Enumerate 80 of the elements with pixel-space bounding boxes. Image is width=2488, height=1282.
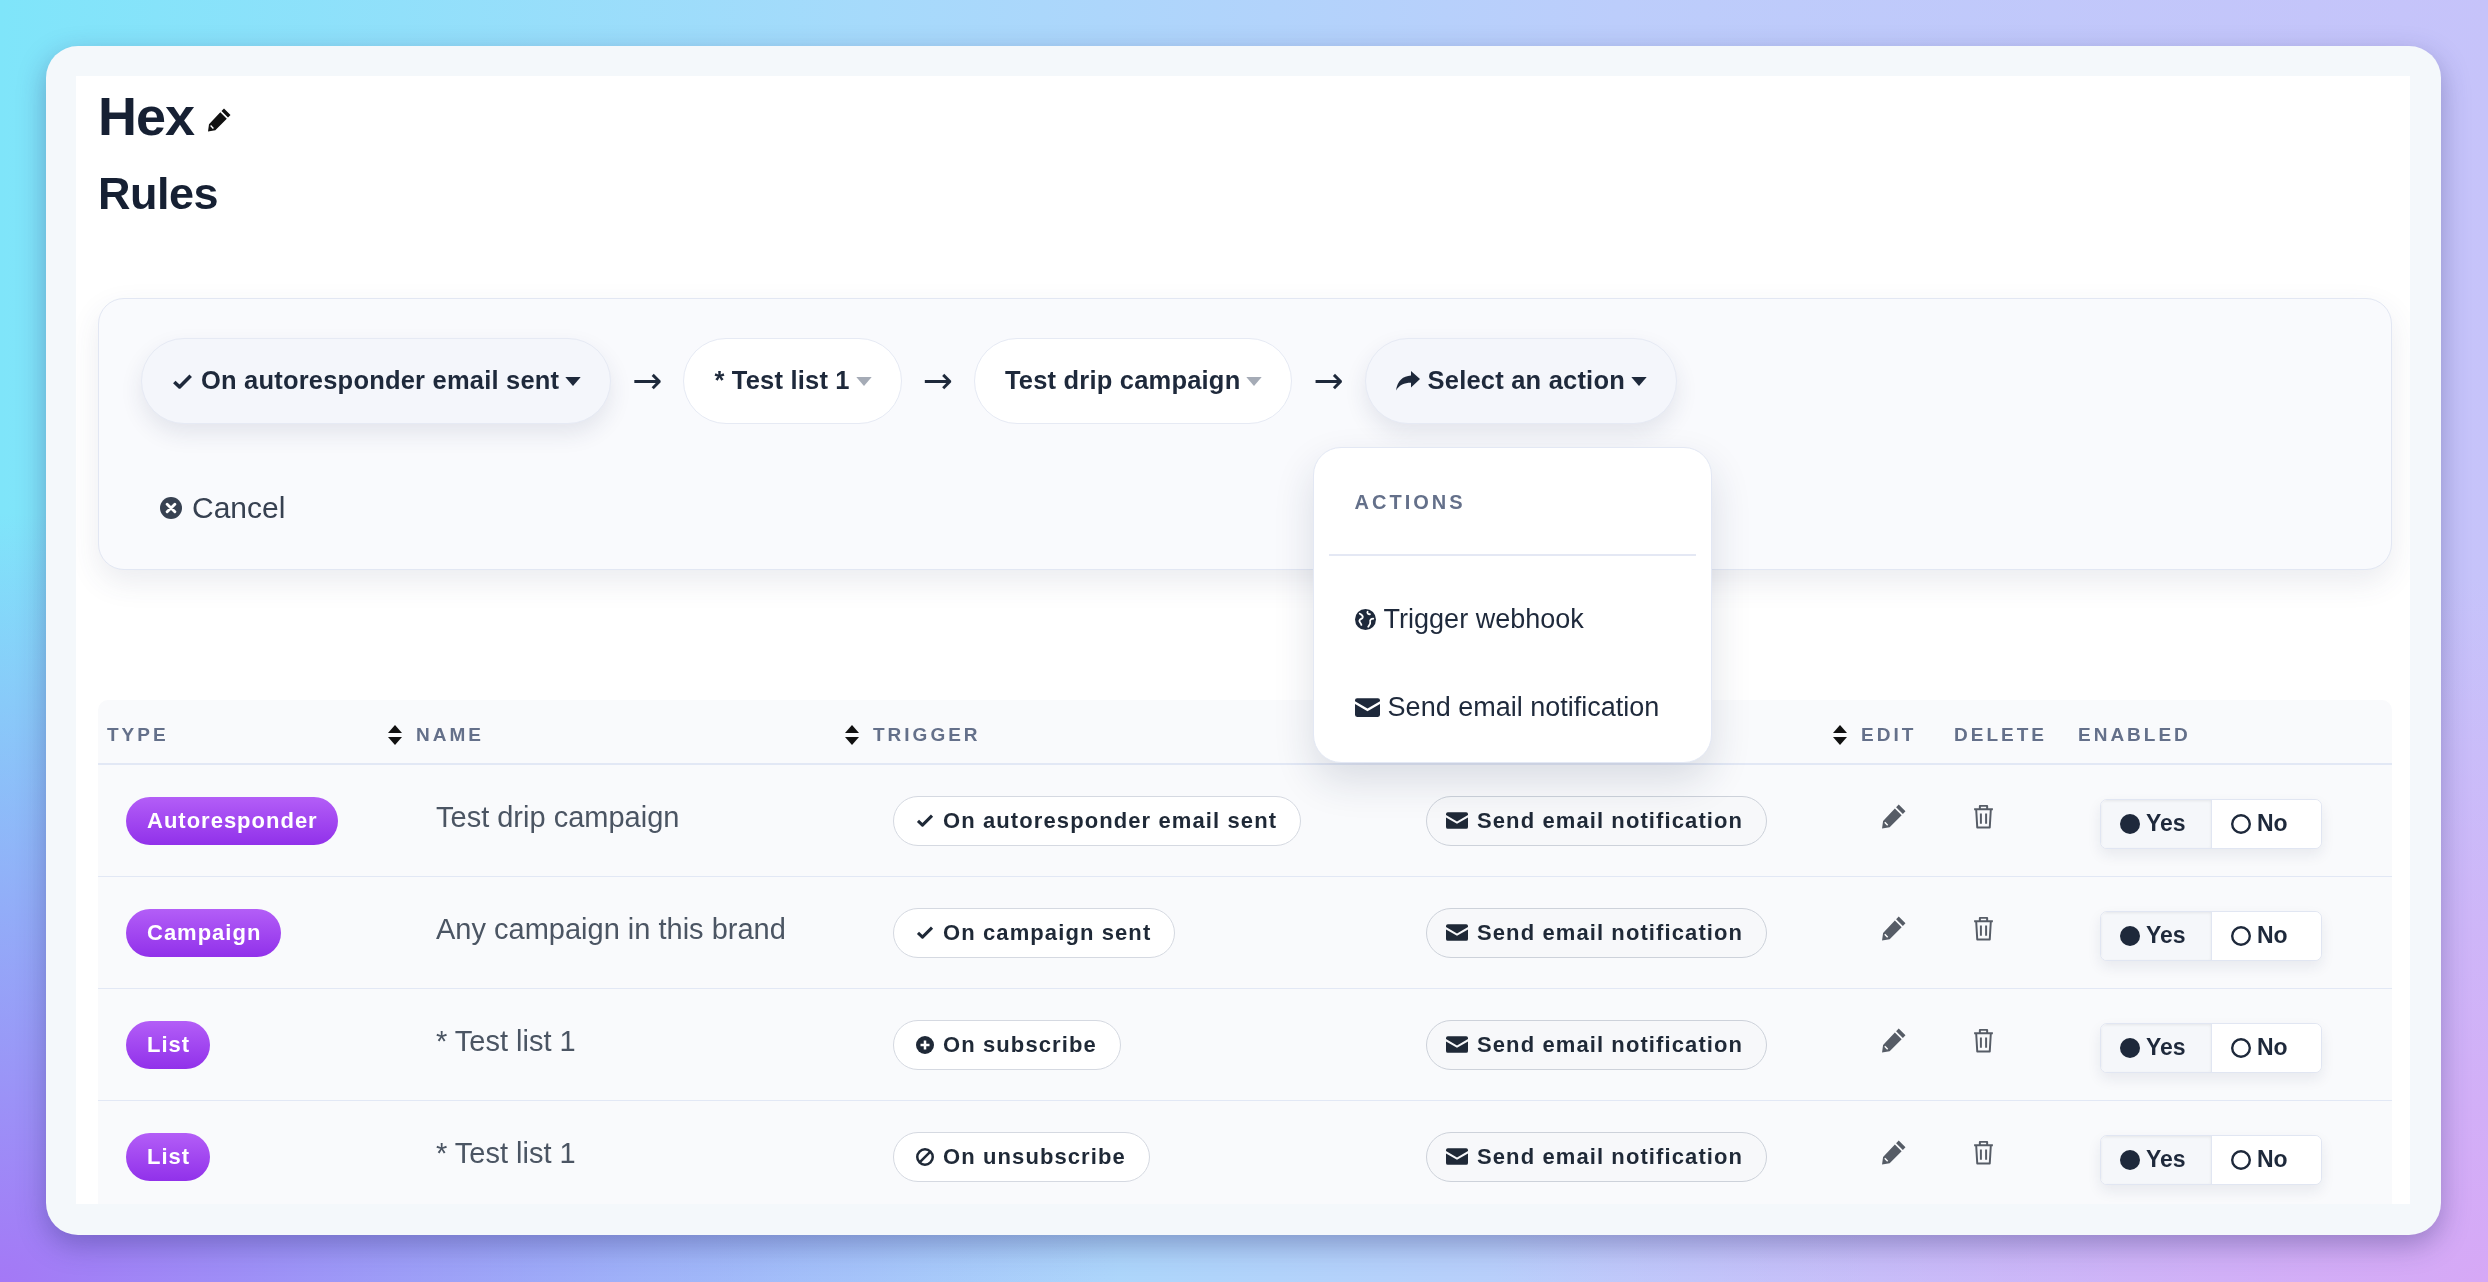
pencil-icon[interactable] (1881, 1028, 1906, 1053)
rule-name: Test drip campaign (436, 800, 680, 835)
check-icon (916, 925, 934, 940)
trash-icon[interactable] (1973, 804, 1994, 829)
check-icon (172, 372, 193, 390)
share-icon (1395, 371, 1420, 391)
pencil-icon[interactable] (1881, 1140, 1906, 1165)
dropdown-button[interactable]: Test drip campaign (973, 338, 1293, 424)
rule-name: * Test list 1 (436, 1136, 576, 1171)
arrow-separator: → (632, 363, 663, 399)
rule-name: Any campaign in this brand (436, 912, 786, 947)
trash-icon[interactable] (1973, 1028, 1994, 1053)
rule-name: * Test list 1 (436, 1024, 576, 1059)
envelope-icon (1354, 697, 1380, 717)
circle-icon (2231, 1149, 2251, 1170)
dropdown-button[interactable]: * Test list 1 (683, 338, 902, 424)
filled-circle-icon (2120, 925, 2140, 946)
action-label: Send email notification (1477, 921, 1744, 944)
trigger-label: On unsubscribe (943, 1145, 1126, 1168)
action-label: Send email notification (1477, 809, 1744, 832)
sort-icon (845, 724, 859, 745)
dropdown-button[interactable]: On autoresponder email sent (141, 338, 612, 424)
toggle-option[interactable]: No (2211, 1135, 2321, 1184)
menu-item[interactable]: Trigger webhook (1354, 575, 1584, 663)
arrow-separator: → (922, 363, 953, 399)
circle-icon (2231, 925, 2251, 946)
toggle-option[interactable]: Yes (2101, 1135, 2211, 1184)
sort-icon (388, 724, 402, 745)
toggle-option[interactable]: Yes (2101, 799, 2211, 848)
trigger-label: On autoresponder email sent (943, 809, 1278, 832)
caret-icon (565, 376, 582, 386)
dropdown-button[interactable]: Select an action (1364, 338, 1677, 424)
column-header[interactable]: EDIT (1833, 724, 1917, 745)
menu-heading: ACTIONS (1354, 490, 1466, 515)
envelope-icon (1446, 924, 1468, 941)
caret-icon (855, 376, 872, 386)
toggle-option[interactable]: Yes (2101, 1023, 2211, 1072)
envelope-icon (1446, 812, 1468, 829)
column-header: ENABLED (2078, 725, 2191, 744)
section-heading: Rules (98, 171, 219, 216)
page-title: Hex (98, 89, 195, 143)
type-badge: Campaign (126, 908, 282, 957)
check-icon (916, 813, 934, 828)
column-header: DELETE (1954, 725, 2047, 744)
envelope-icon (1446, 1148, 1468, 1165)
trigger-label: On campaign sent (943, 921, 1152, 944)
envelope-icon (1446, 1036, 1468, 1053)
sort-icon (1833, 724, 1847, 745)
column-header: TYPE (107, 725, 169, 744)
pencil-icon[interactable] (1881, 804, 1906, 829)
column-header[interactable]: NAME (388, 724, 484, 745)
type-badge: List (126, 1132, 211, 1181)
toggle-option[interactable]: Yes (2101, 911, 2211, 960)
trigger-label: On subscribe (943, 1033, 1097, 1056)
x-circle-icon (160, 497, 182, 519)
trash-icon[interactable] (1973, 916, 1994, 941)
menu-item[interactable]: Send email notification (1354, 663, 1660, 751)
action-label: Send email notification (1477, 1145, 1744, 1168)
circle-icon (2231, 1037, 2251, 1058)
globe-icon (1354, 608, 1376, 630)
type-badge: Autoresponder (126, 796, 338, 845)
filled-circle-icon (2120, 1149, 2140, 1170)
caret-icon (1630, 376, 1647, 386)
filled-circle-icon (2120, 1037, 2140, 1058)
pencil-icon[interactable] (1881, 916, 1906, 941)
toggle-option[interactable]: No (2211, 799, 2321, 848)
arrow-separator: → (1313, 363, 1344, 399)
column-header[interactable]: TRIGGER (845, 724, 981, 745)
pencil-icon[interactable] (207, 108, 232, 132)
toggle-option[interactable]: No (2211, 1023, 2321, 1072)
plus-circle-icon (916, 1035, 934, 1054)
circle-icon (2231, 813, 2251, 834)
filled-circle-icon (2120, 813, 2140, 834)
caret-icon (1246, 376, 1263, 386)
toggle-option[interactable]: No (2211, 911, 2321, 960)
cancel-button[interactable]: Cancel (160, 490, 286, 526)
trash-icon[interactable] (1973, 1140, 1994, 1165)
ban-icon (916, 1147, 934, 1166)
type-badge: List (126, 1020, 211, 1069)
action-label: Send email notification (1477, 1033, 1744, 1056)
